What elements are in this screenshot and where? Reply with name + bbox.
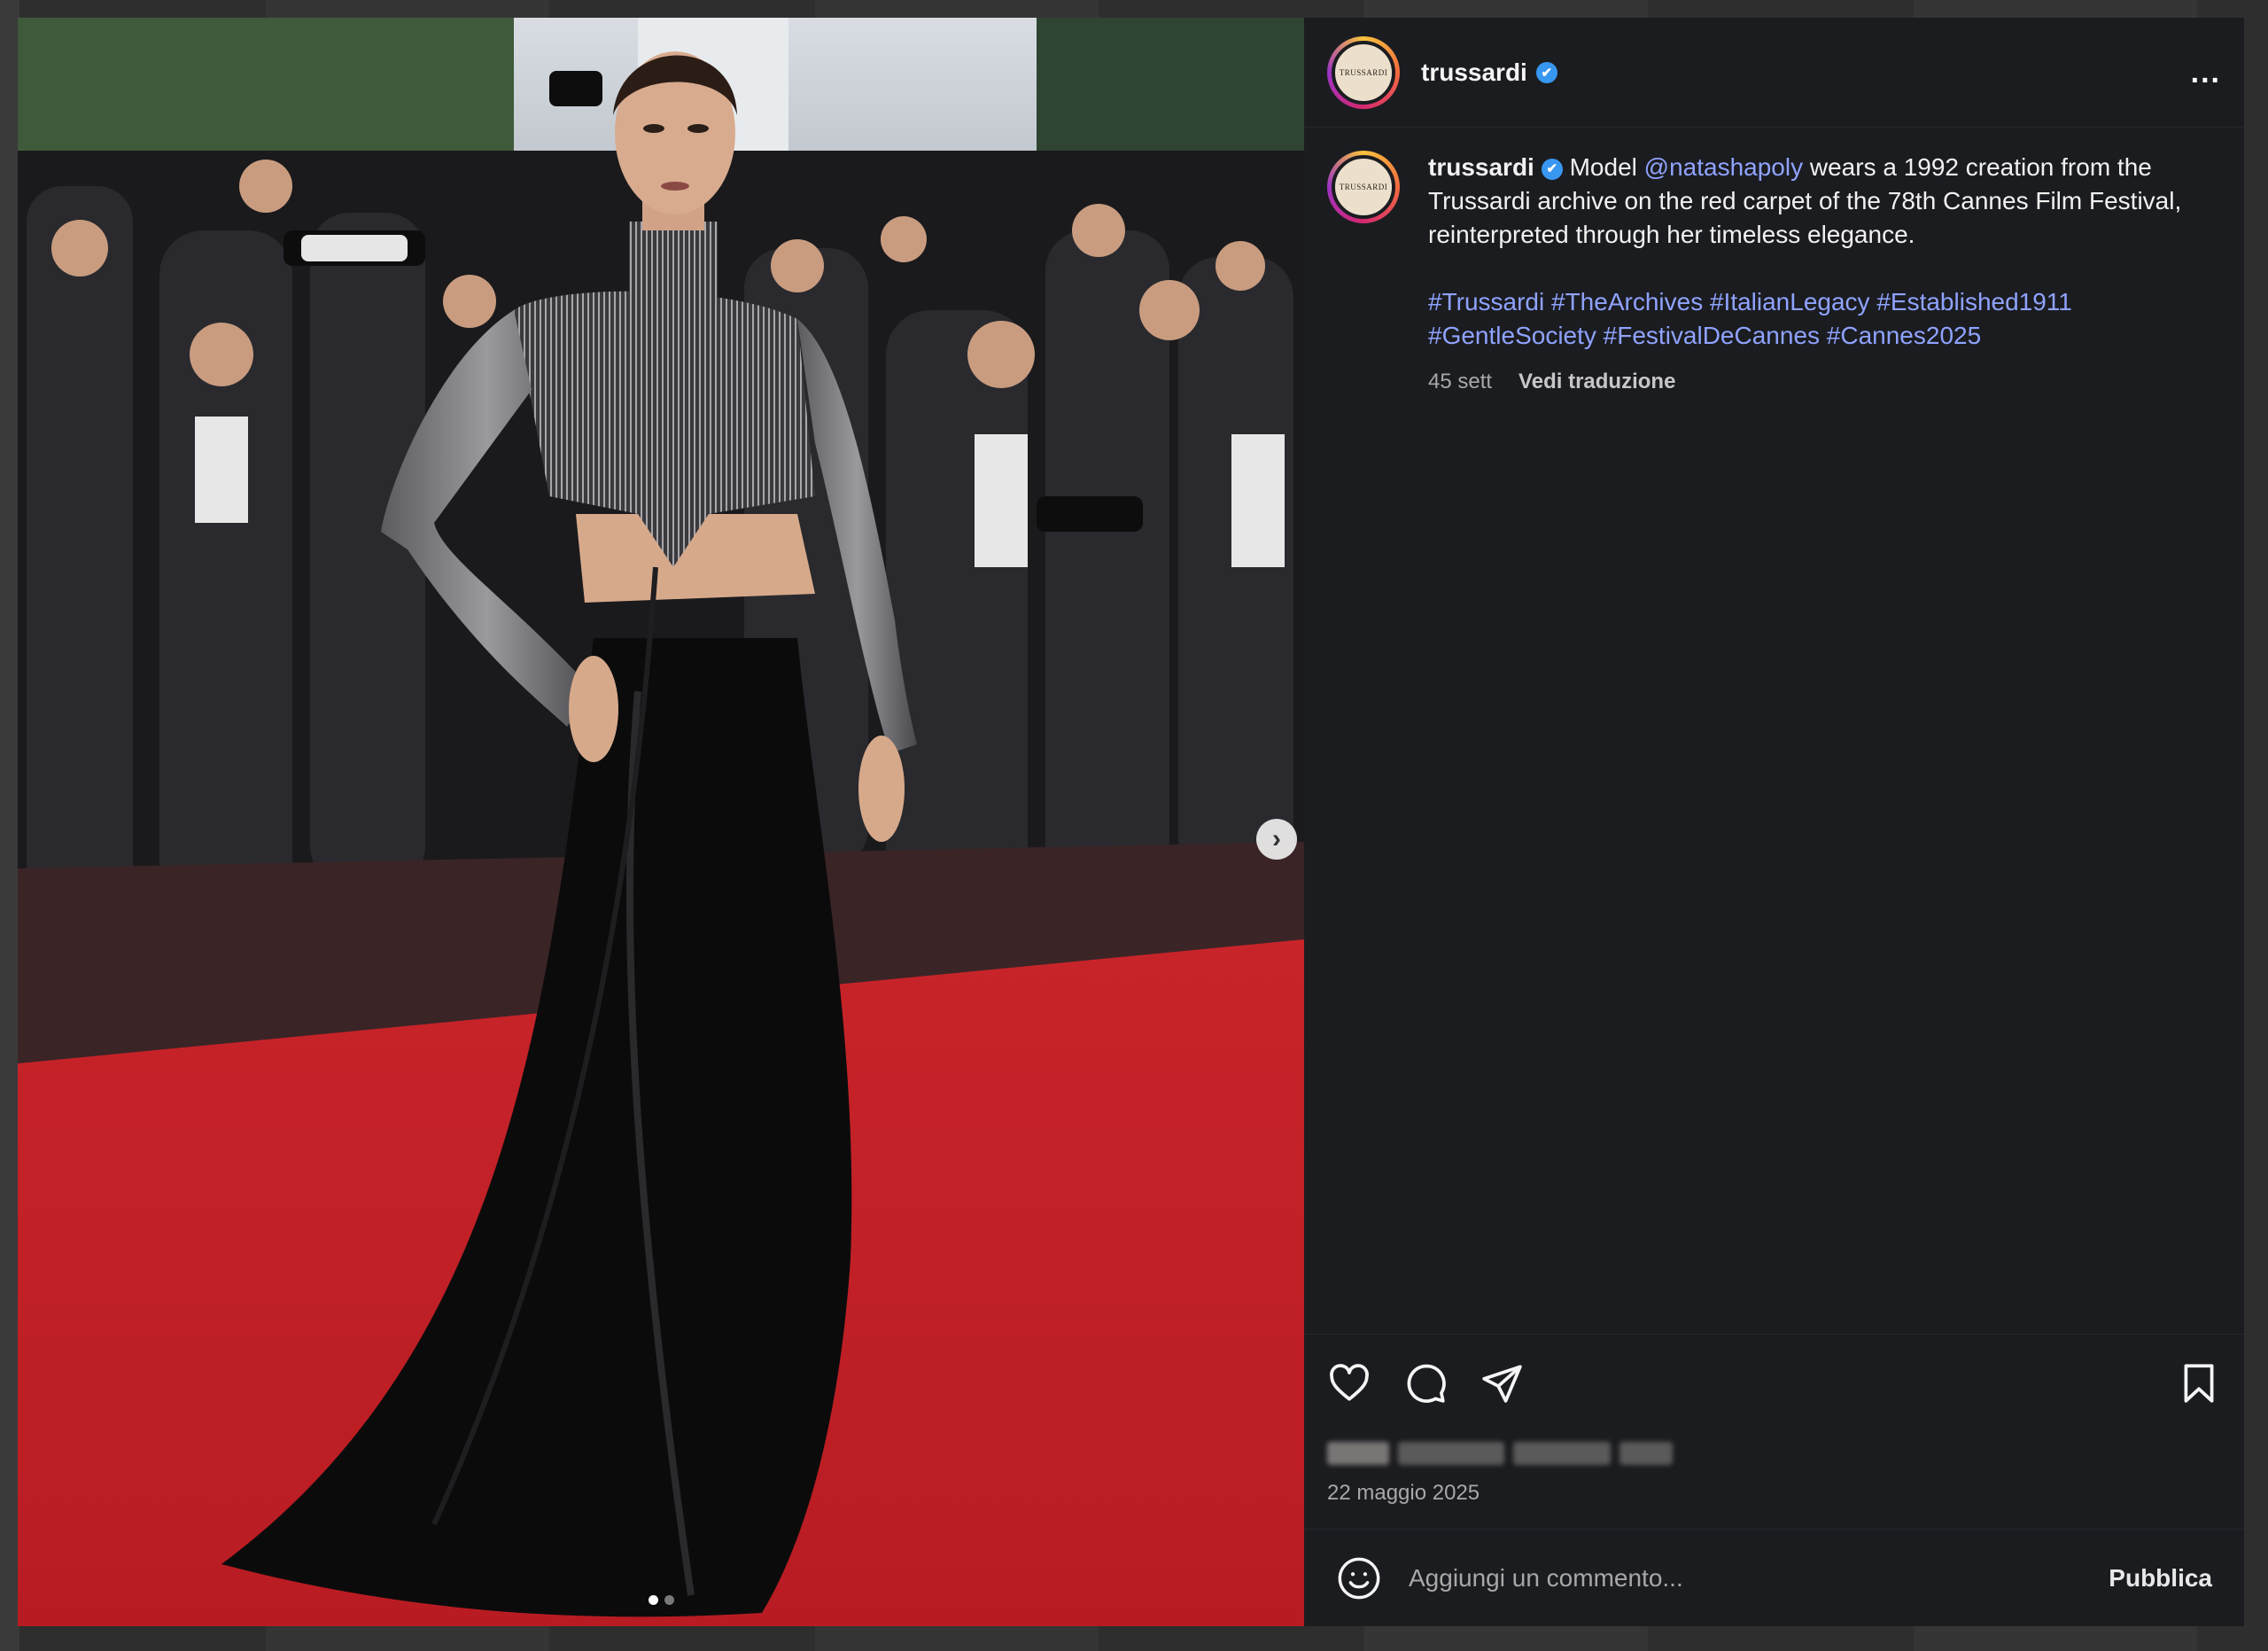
username[interactable]: trussardi [1421, 58, 1527, 87]
bookmark-icon[interactable] [2177, 1361, 2221, 1406]
comment-input[interactable]: Aggiungi un commento... [1409, 1564, 1683, 1593]
heart-icon[interactable] [1327, 1361, 1371, 1406]
emoji-icon[interactable] [1336, 1555, 1382, 1601]
verified-icon: ✔ [1541, 158, 1563, 180]
liked-by-row[interactable] [1304, 1431, 2244, 1476]
avatar-logo: TRUSSARDI [1332, 40, 1395, 105]
post-modal: › TRUSSARDI trussardi ✔ ... TRUSSARDI tr… [18, 18, 2244, 1626]
caption-text: trussardi ✔ Model @natashapoly wears a 19… [1428, 151, 2191, 252]
action-bar [1304, 1334, 2244, 1431]
chevron-right-icon: › [1272, 824, 1281, 853]
verified-icon: ✔ [1535, 61, 1557, 83]
hashtags-line-1[interactable]: #Trussardi #TheArchives #ItalianLegacy #… [1428, 285, 2191, 319]
post-photo [18, 18, 1304, 1626]
carousel-indicator [18, 1595, 1304, 1605]
caption-section: TRUSSARDI trussardi ✔ Model @natashapoly … [1304, 128, 2244, 1334]
carousel-next-button[interactable]: › [1256, 819, 1297, 860]
comment-bar: Aggiungi un commento... Pubblica [1304, 1529, 2244, 1626]
caption-username[interactable]: trussardi [1428, 153, 1534, 181]
post-media[interactable]: › [18, 18, 1304, 1626]
username-link[interactable]: trussardi ✔ [1421, 58, 1557, 87]
comment-icon[interactable] [1403, 1361, 1448, 1406]
post-side-panel: TRUSSARDI trussardi ✔ ... TRUSSARDI trus… [1304, 18, 2244, 1626]
avatar-logo: TRUSSARDI [1332, 155, 1395, 219]
hashtags: #Trussardi #TheArchives #ItalianLegacy #… [1428, 285, 2191, 353]
post-age: 45 sett [1428, 370, 1493, 393]
more-icon[interactable]: ... [2191, 58, 2221, 88]
share-icon[interactable] [1480, 1361, 1524, 1406]
publish-button[interactable]: Pubblica [2109, 1564, 2212, 1593]
post-date: 22 maggio 2025 [1327, 1481, 1480, 1505]
caption-meta: 45 sett Vedi traduzione [1428, 365, 2191, 399]
carousel-dot-1 [648, 1595, 658, 1605]
caption-avatar[interactable]: TRUSSARDI [1327, 151, 1400, 223]
caption: trussardi ✔ Model @natashapoly wears a 19… [1428, 151, 2191, 1334]
translate-button[interactable]: Vedi traduzione [1518, 365, 1675, 399]
hashtags-line-2[interactable]: #GentleSociety #FestivalDeCannes #Cannes… [1428, 319, 2191, 353]
carousel-dot-2 [664, 1595, 674, 1605]
caption-body-start: Model [1562, 153, 1644, 181]
avatar[interactable]: TRUSSARDI [1327, 35, 1400, 109]
mention-link[interactable]: @natashapoly [1644, 153, 1803, 181]
post-header: TRUSSARDI trussardi ✔ ... [1304, 18, 2244, 128]
liked-by-blurred [1327, 1442, 1673, 1465]
